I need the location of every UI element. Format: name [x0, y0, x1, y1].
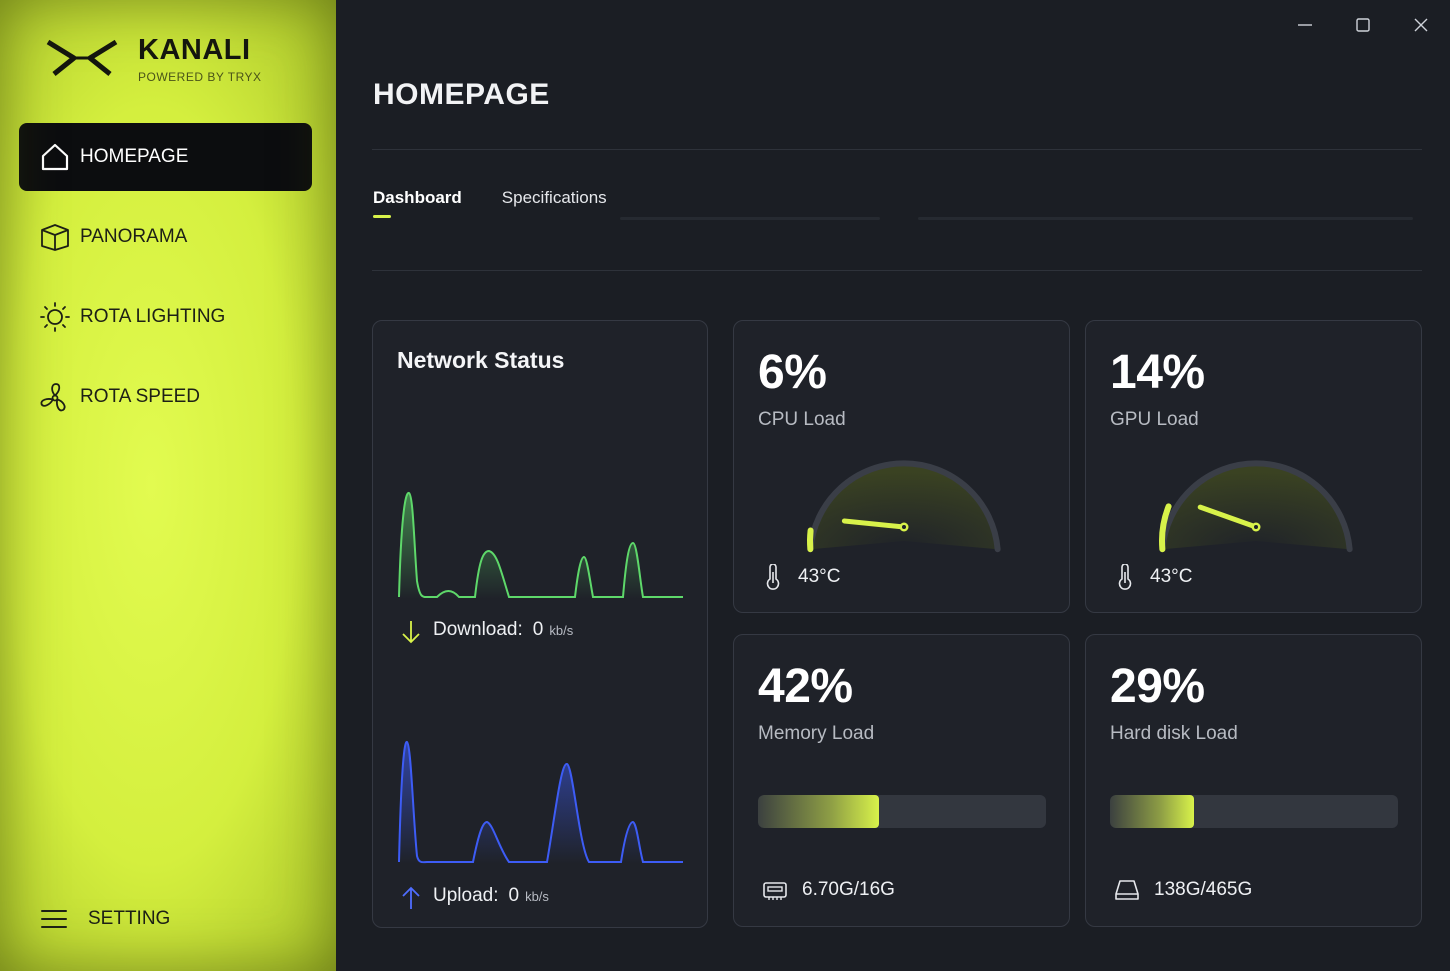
close-button[interactable]	[1392, 0, 1450, 50]
fan-icon	[39, 381, 71, 413]
thermometer-icon	[766, 564, 780, 590]
sidebar-item-homepage[interactable]: HOMEPAGE	[19, 123, 312, 191]
memory-progress-bar	[758, 795, 1046, 828]
brand: KANALI POWERED BY TRYX	[46, 34, 262, 84]
gauge-face	[1162, 463, 1350, 550]
sun-icon	[39, 301, 71, 333]
kanali-logo-icon	[46, 39, 118, 76]
cpu-load-label: CPU Load	[758, 409, 846, 430]
brand-subtitle: POWERED BY TRYX	[138, 70, 262, 84]
gauge-needle-hub-center	[1254, 525, 1258, 529]
download-value: 0	[532, 619, 544, 640]
tab-specifications[interactable]: Specifications	[502, 188, 607, 218]
gpu-temp-value: 43°C	[1150, 566, 1193, 587]
tab-underline-track	[620, 217, 880, 220]
disk-progress-fill	[1110, 795, 1194, 828]
thermometer-icon	[1118, 564, 1132, 590]
upload-graph	[398, 740, 683, 864]
memory-load-value: 42%	[758, 660, 853, 713]
maximize-button[interactable]	[1334, 0, 1392, 50]
header-divider	[372, 149, 1422, 150]
cpu-gauge	[807, 460, 1001, 553]
tab-underline-track	[918, 217, 1413, 220]
menu-icon	[41, 910, 67, 928]
disk-load-value: 29%	[1110, 660, 1205, 713]
minimize-icon	[1298, 24, 1312, 26]
sidebar-item-label: HOMEPAGE	[80, 146, 189, 167]
sidebar-item-label: ROTA LIGHTING	[80, 306, 226, 327]
cpu-temp-value: 43°C	[798, 566, 841, 587]
hard-drive-icon	[1115, 880, 1139, 900]
gpu-load-card: 14% GPU Load 43°C	[1085, 320, 1422, 613]
minimize-button[interactable]	[1276, 0, 1334, 50]
cpu-load-value: 6%	[758, 346, 827, 399]
hard-disk-load-card: 29% Hard disk Load 138G/465G	[1085, 634, 1422, 927]
gpu-load-value: 14%	[1110, 346, 1205, 399]
setting-label: SETTING	[88, 908, 171, 929]
upload-status: Upload: 0 kb/s	[399, 885, 549, 911]
memory-usage: 6.70G/16G	[762, 878, 895, 902]
gpu-gauge	[1159, 460, 1353, 553]
tab-dashboard[interactable]: Dashboard	[373, 188, 462, 218]
gauge-face	[810, 463, 998, 550]
upload-label: Upload:	[433, 885, 499, 906]
disk-load-label: Hard disk Load	[1110, 723, 1238, 744]
sidebar: KANALI POWERED BY TRYX HOMEPAGE PANORAMA…	[0, 0, 336, 971]
gauge-needle-hub-center	[902, 525, 906, 529]
arrow-down-icon	[402, 621, 420, 644]
sidebar-nav: HOMEPAGE PANORAMA ROTA LIGHTING ROTA SPE…	[19, 123, 312, 443]
memory-progress-fill	[758, 795, 879, 828]
gpu-temperature: 43°C	[1114, 564, 1192, 590]
cpu-load-card: 6% CPU Load 43°C	[733, 320, 1070, 613]
close-icon	[1414, 18, 1428, 32]
upload-unit: kb/s	[525, 889, 549, 904]
sidebar-item-label: ROTA SPEED	[80, 386, 201, 407]
arrow-up-icon	[402, 886, 420, 909]
disk-usage: 138G/465G	[1114, 878, 1252, 902]
tabs-divider	[372, 270, 1422, 271]
download-graph	[398, 491, 683, 599]
maximize-icon	[1356, 18, 1370, 32]
window-controls	[1276, 0, 1450, 50]
brand-name: KANALI	[138, 34, 251, 66]
sidebar-item-rota-lighting[interactable]: ROTA LIGHTING	[19, 283, 312, 351]
disk-progress-bar	[1110, 795, 1398, 828]
setting-button[interactable]: SETTING	[40, 905, 170, 933]
home-icon	[39, 141, 71, 173]
gauge-value-arc	[807, 527, 814, 553]
sidebar-item-label: PANORAMA	[80, 226, 188, 247]
download-unit: kb/s	[549, 623, 574, 638]
upload-value: 0	[508, 885, 520, 906]
sidebar-item-rota-speed[interactable]: ROTA SPEED	[19, 363, 312, 431]
page-title: HOMEPAGE	[373, 78, 550, 111]
memory-load-label: Memory Load	[758, 723, 875, 744]
memory-load-card: 42% Memory Load 6.70G/16G	[733, 634, 1070, 927]
tab-bar: Dashboard Specifications	[373, 188, 647, 218]
download-status: Download: 0 kb/s	[399, 619, 573, 645]
disk-usage-value: 138G/465G	[1154, 879, 1253, 900]
sidebar-item-panorama[interactable]: PANORAMA	[19, 203, 312, 271]
download-label: Download:	[433, 619, 523, 640]
gpu-load-label: GPU Load	[1110, 409, 1199, 430]
network-status-card: Network Status Download: 0 kb/s Upload: …	[372, 320, 708, 928]
memory-usage-value: 6.70G/16G	[802, 879, 895, 900]
network-status-title: Network Status	[397, 347, 565, 373]
memory-chip-icon	[763, 882, 787, 900]
box-icon	[39, 221, 71, 253]
cpu-temperature: 43°C	[762, 564, 840, 590]
